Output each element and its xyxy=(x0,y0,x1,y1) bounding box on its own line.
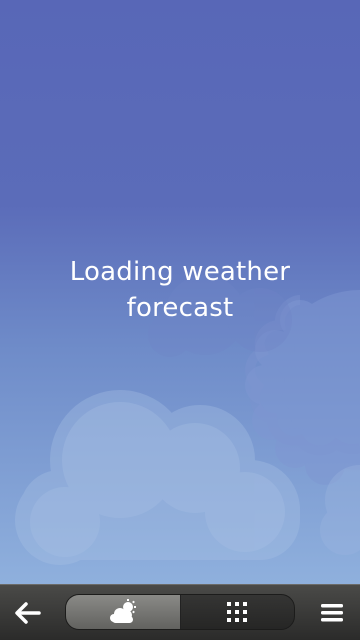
loading-text-line2: forecast xyxy=(126,293,234,323)
weather-background: Loading weather forecast xyxy=(0,0,360,584)
weather-app-screen: Loading weather forecast xyxy=(0,0,360,640)
view-switcher xyxy=(65,594,295,630)
bottom-toolbar xyxy=(0,584,360,640)
back-arrow-icon xyxy=(15,602,41,624)
hamburger-menu-icon xyxy=(321,604,343,622)
loading-status-text: Loading weather forecast xyxy=(0,254,360,326)
weather-cloud-sun-icon xyxy=(109,599,136,623)
back-button[interactable] xyxy=(8,593,48,633)
grid-icon xyxy=(227,602,248,622)
menu-button[interactable] xyxy=(312,593,352,633)
tab-grid[interactable] xyxy=(181,595,295,629)
loading-text-line1: Loading weather xyxy=(69,257,291,287)
tab-weather[interactable] xyxy=(66,595,181,629)
